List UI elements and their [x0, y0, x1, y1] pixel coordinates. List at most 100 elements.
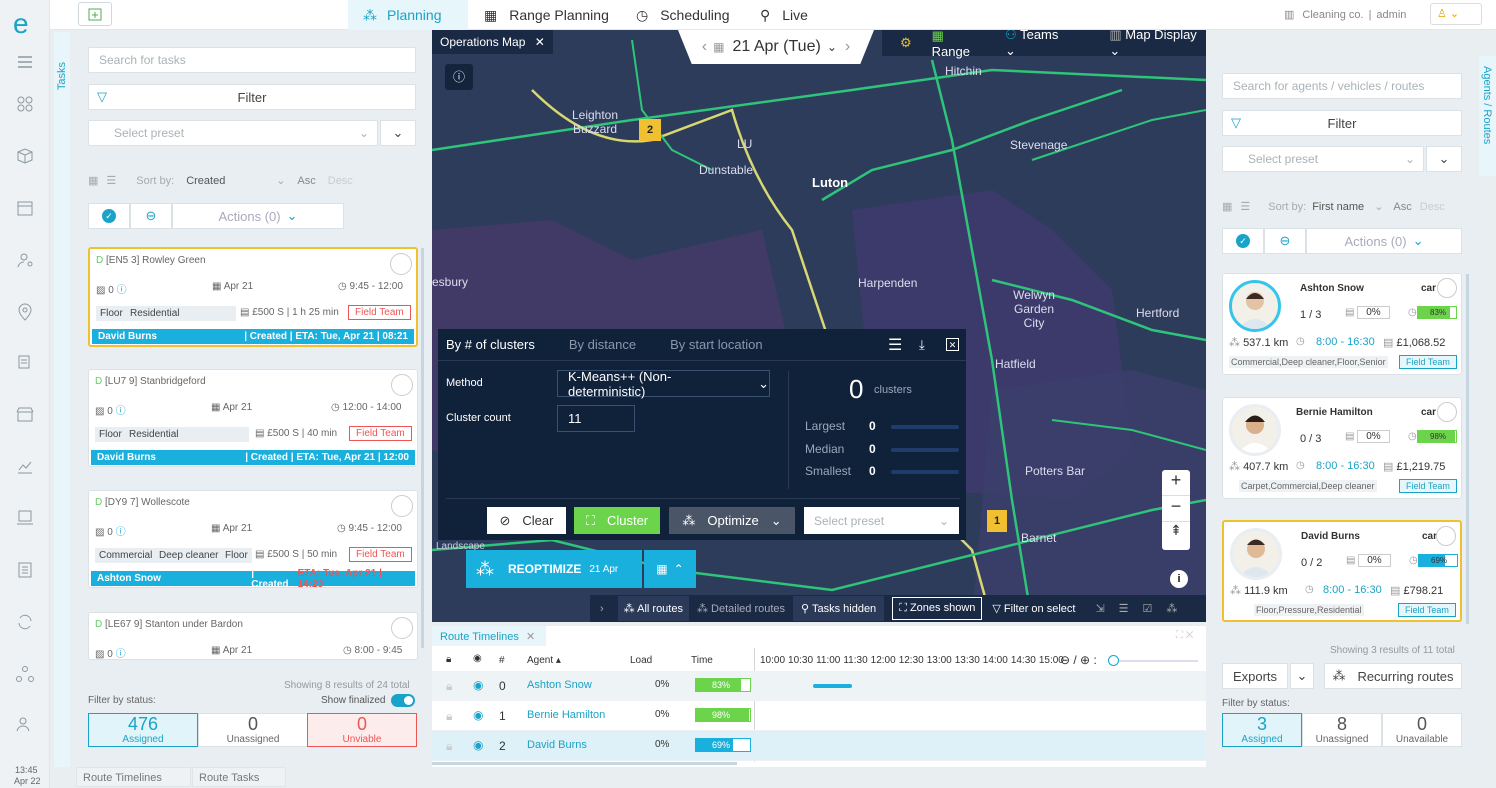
- close-icon[interactable]: ✕: [535, 35, 545, 49]
- tab-range-planning[interactable]: ▦ Range Planning: [484, 0, 609, 30]
- sync-icon[interactable]: [15, 612, 35, 632]
- help-button[interactable]: ⓘ: [445, 64, 473, 90]
- sort-desc[interactable]: Desc: [1420, 201, 1445, 213]
- left-scrollbar[interactable]: [421, 248, 424, 648]
- sort-field-select[interactable]: First name: [1312, 201, 1374, 213]
- report-icon[interactable]: [15, 560, 35, 580]
- task-select-circle[interactable]: [390, 253, 412, 275]
- map-tab[interactable]: Operations Map ✕: [432, 30, 553, 54]
- cluster-button[interactable]: ⛶ Cluster: [574, 507, 660, 534]
- status-unviable[interactable]: 0 Unviable: [307, 713, 417, 747]
- list-view-icon[interactable]: ☰: [106, 174, 116, 187]
- task-card[interactable]: D [DY9 7] Wollescote ▨ 0 ⓘ ▦ Apr 21 ◷ 9:…: [88, 490, 418, 590]
- tasks-hidden-toggle[interactable]: ⚲ Tasks hidden: [793, 596, 885, 621]
- timelines-tab[interactable]: Route Timelines ✕: [432, 626, 546, 646]
- task-card[interactable]: D [LU7 9] Stanbridgeford ▨ 0 ⓘ ▦ Apr 21 …: [88, 369, 418, 467]
- task-select-circle[interactable]: [391, 495, 413, 517]
- date-navigator[interactable]: ‹ ▦ 21 Apr (Tue) ⌄ ›: [678, 30, 874, 64]
- task-search-input[interactable]: Search for tasks: [88, 47, 416, 73]
- exports-button[interactable]: Exports: [1222, 663, 1288, 689]
- tab-by-clusters[interactable]: By # of clusters: [446, 337, 535, 352]
- exports-menu-button[interactable]: ⌄: [1290, 663, 1314, 689]
- optimize-button[interactable]: ⁂ Optimize ⌄: [669, 507, 795, 534]
- reoptimize-button[interactable]: ⁂ REOPTIMIZE 21 Apr: [466, 550, 642, 588]
- agent-select-circle[interactable]: [1437, 278, 1457, 298]
- tool-icon[interactable]: ⇲: [1095, 602, 1104, 615]
- timeline-hscroll[interactable]: [432, 762, 737, 765]
- grid-view-icon[interactable]: ▦: [1222, 200, 1232, 213]
- task-card[interactable]: D [EN5 3] Rowley Green ▨ 0 ⓘ ▦ Apr 21 ◷ …: [88, 247, 418, 347]
- agent-card[interactable]: Ashton Snow car 1 / 3 ▤ 0% ◷ 83% ⁂ 537.1…: [1222, 273, 1462, 375]
- col-agent[interactable]: Agent ▴: [527, 655, 561, 666]
- route-marker-1[interactable]: 1: [987, 510, 1007, 532]
- status-unassigned[interactable]: 0 Unassigned: [198, 713, 308, 747]
- users-icon[interactable]: [15, 714, 35, 734]
- sort-asc[interactable]: Asc: [297, 175, 315, 187]
- task-select-circle[interactable]: [391, 617, 413, 639]
- monitor-icon[interactable]: [15, 508, 35, 528]
- filter-on-select-toggle[interactable]: ▽ Filter on select: [992, 602, 1075, 615]
- task-filter-button[interactable]: ▽ Filter: [88, 84, 416, 110]
- user-menu-button[interactable]: ♙ ⌄: [1430, 3, 1482, 25]
- agent-actions-dropdown[interactable]: Actions (0) ⌄: [1306, 228, 1462, 254]
- teams-button[interactable]: ⚇ Teams ⌄: [1005, 30, 1069, 59]
- cluster-preset-select[interactable]: Select preset ⌄: [804, 507, 959, 534]
- task-select-circle[interactable]: [391, 374, 413, 396]
- eye-icon[interactable]: ◉: [473, 708, 483, 722]
- right-scrollbar[interactable]: [1466, 274, 1469, 624]
- clear-button[interactable]: ⊘ Clear: [487, 507, 566, 534]
- zones-shown-toggle[interactable]: ⛶ Zones shown: [892, 597, 983, 620]
- chart-icon[interactable]: [15, 456, 35, 476]
- lock-icon[interactable]: 🔒︎: [446, 739, 452, 754]
- range-button[interactable]: ▦ Range: [932, 30, 983, 59]
- tasks-vertical-tab[interactable]: Tasks: [54, 32, 70, 767]
- chevron-left-icon[interactable]: ‹: [702, 38, 707, 56]
- tab-scheduling[interactable]: ◷ Scheduling: [636, 0, 730, 30]
- lock-icon[interactable]: 🔒︎: [446, 679, 452, 694]
- deselect-button[interactable]: ⊖: [130, 203, 172, 229]
- tab-by-start-location[interactable]: By start location: [670, 337, 763, 352]
- location-icon[interactable]: [15, 302, 35, 322]
- menu-icon[interactable]: ☰: [888, 335, 902, 355]
- eye-icon[interactable]: ◉: [473, 653, 482, 664]
- store-icon[interactable]: [15, 404, 35, 424]
- check-icon[interactable]: ☑: [1143, 602, 1153, 615]
- compass-icon[interactable]: ⇞: [1162, 522, 1190, 548]
- calendar-icon[interactable]: [15, 198, 35, 218]
- status-assigned[interactable]: 476 Assigned: [88, 713, 198, 747]
- sort-desc[interactable]: Desc: [328, 175, 353, 187]
- lock-icon[interactable]: 🔒︎: [446, 654, 451, 665]
- agent-card[interactable]: Bernie Hamilton car 0 / 3 ▤ 0% ◷ 98% ⁂ 4…: [1222, 397, 1462, 499]
- list-view-icon[interactable]: ☰: [1240, 200, 1250, 213]
- tab-planning[interactable]: ⁂ Planning: [348, 0, 468, 30]
- agent-filter-button[interactable]: ▽ Filter: [1222, 110, 1462, 136]
- agents-vertical-tab[interactable]: Agents / Routes: [1479, 56, 1496, 176]
- row-agent[interactable]: David Burns: [527, 739, 587, 751]
- timeline-zoom-slider[interactable]: [1108, 655, 1198, 666]
- reoptimize-calendar-button[interactable]: ▦ ⌃: [644, 550, 696, 588]
- tab-by-distance[interactable]: By distance: [569, 337, 636, 352]
- timeline-row[interactable]: 🔒︎ ◉ 2 David Burns 0% 69%: [432, 731, 1206, 761]
- chevron-right-icon[interactable]: ›: [845, 38, 850, 56]
- agent-deselect-button[interactable]: ⊖: [1264, 228, 1306, 254]
- detailed-routes-toggle[interactable]: ⁂ Detailed routes: [697, 602, 785, 615]
- zoom-in-button[interactable]: +: [1162, 470, 1190, 496]
- show-finalized[interactable]: Show finalized: [321, 694, 416, 707]
- bottom-tab-route-tasks[interactable]: Route Tasks: [192, 767, 286, 787]
- planning-icon[interactable]: [15, 94, 35, 114]
- actions-dropdown[interactable]: Actions (0) ⌄: [172, 203, 344, 229]
- all-routes-toggle[interactable]: ⁂ All routes: [617, 596, 689, 621]
- row-agent[interactable]: Ashton Snow: [527, 679, 592, 691]
- agent-status-unassigned[interactable]: 8 Unassigned: [1302, 713, 1382, 747]
- agent-search-input[interactable]: Search for agents / vehicles / routes: [1222, 73, 1462, 99]
- close-icon[interactable]: ✕: [946, 338, 959, 351]
- agent-select-all-button[interactable]: ✓: [1222, 228, 1264, 254]
- route-schedule-bar[interactable]: [813, 684, 852, 688]
- lock-icon[interactable]: 🔒︎: [446, 709, 452, 724]
- timeline-row[interactable]: 🔒︎ ◉ 1 Bernie Hamilton 0% 98%: [432, 701, 1206, 731]
- chevron-down-icon[interactable]: ⌄: [827, 40, 837, 54]
- eye-icon[interactable]: ◉: [473, 678, 483, 692]
- account-info[interactable]: ▥ Cleaning co. | admin: [1284, 8, 1406, 22]
- gear-icon[interactable]: ⚙: [900, 35, 912, 51]
- close-icon[interactable]: ✕: [526, 631, 535, 643]
